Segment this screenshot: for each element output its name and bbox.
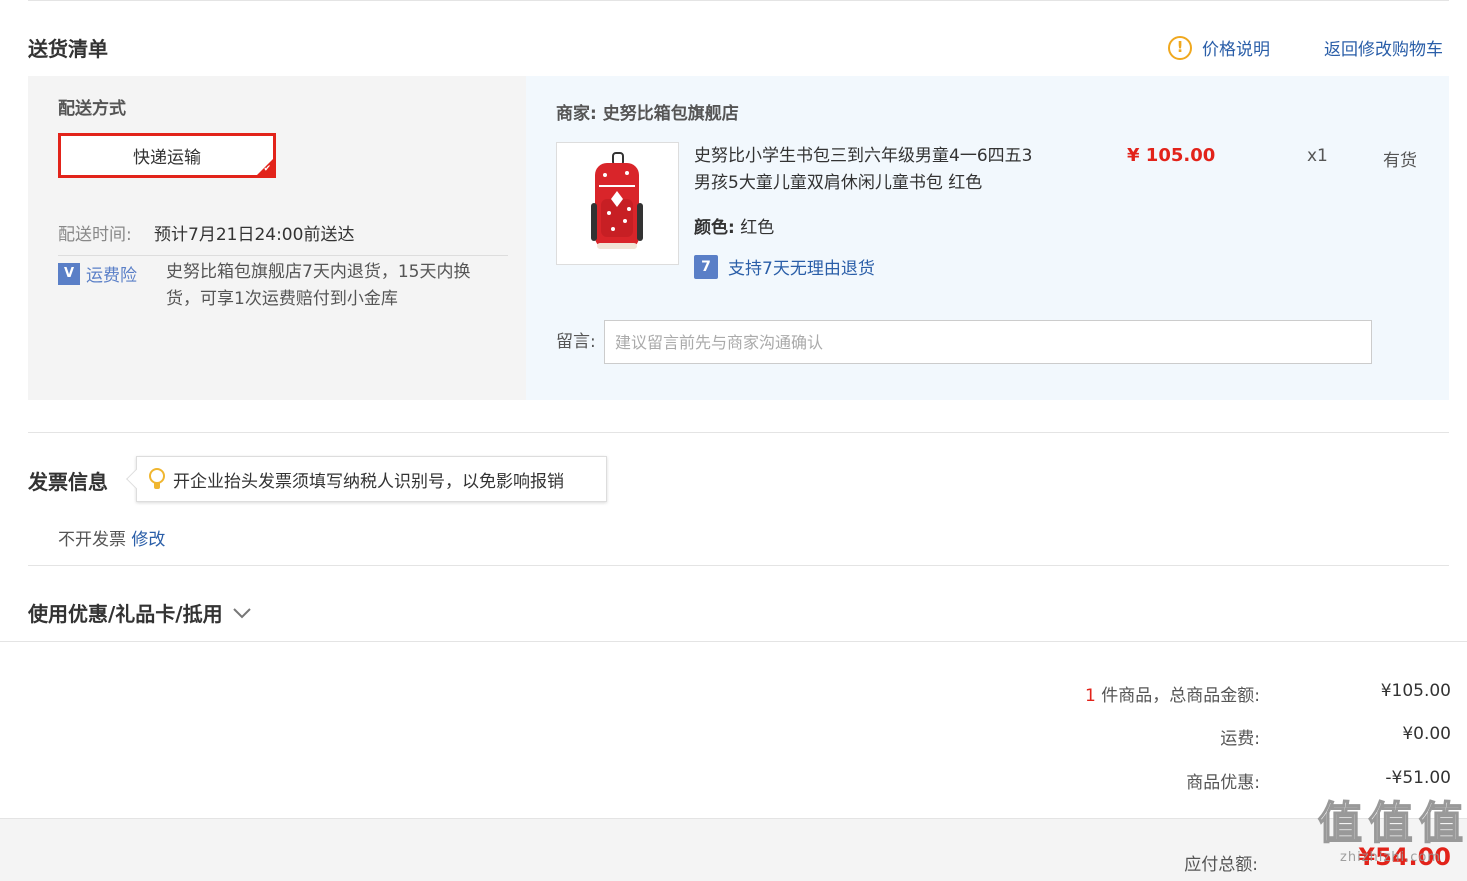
delivery-section-title: 送货清单 — [28, 37, 108, 61]
price-note-link[interactable]: ! 价格说明 — [1168, 35, 1270, 60]
exclamation-icon: ! — [1168, 35, 1192, 60]
remark-label: 留言: — [556, 332, 596, 352]
insurance-line-1: 史努比箱包旗舰店7天内退货，15天内换 — [166, 262, 471, 282]
summary-divider — [0, 641, 1467, 642]
product-title-line-2: 男孩5大童儿童双肩休闲儿童书包 红色 — [694, 173, 983, 193]
merchant-row: 商家: 史努比箱包旗舰店 — [556, 99, 739, 124]
item-count-label: 件商品，总商品金额: — [1101, 686, 1260, 706]
price-note-label: 价格说明 — [1202, 40, 1270, 60]
insurance-divider — [58, 255, 508, 256]
product-thumbnail[interactable] — [556, 142, 679, 265]
coupon-toggle[interactable]: 使用优惠/礼品卡/抵用 — [28, 598, 253, 627]
seven-day-return-tag[interactable]: 7 支持7天无理由退货 — [694, 254, 875, 279]
tip-arrow — [126, 469, 146, 489]
shipping-method-label: 配送方式 — [58, 99, 126, 119]
total-label: 应付总额: — [1184, 855, 1258, 875]
watermark-char-2: 值 — [1368, 797, 1414, 850]
goods-total-label: 1 件商品，总商品金额: — [960, 681, 1260, 706]
coupon-section-title: 使用优惠/礼品卡/抵用 — [28, 602, 223, 626]
lightbulb-icon — [149, 468, 165, 490]
delivery-time-value: 预计7月21日24:00前送达 — [154, 225, 355, 245]
invoice-edit-link[interactable]: 修改 — [131, 530, 165, 550]
invoice-status: 不开发票 — [58, 530, 126, 550]
remark-input[interactable] — [604, 320, 1372, 364]
insurance-description: 史努比箱包旗舰店7天内退货，15天内换 货，可享1次运费赔付到小金库 — [166, 259, 470, 313]
watermark-char-3: 值 — [1418, 797, 1464, 850]
watermark-char-1: 值 — [1317, 797, 1363, 850]
backpack-image — [591, 152, 643, 249]
watermark-site: zhizhizhi.com — [1340, 850, 1441, 865]
invoice-row: 不开发票 修改 — [58, 525, 165, 550]
color-value: 红色 — [740, 218, 775, 238]
check-icon: ✔ — [263, 164, 271, 174]
shipping-fee-label: 运费: — [1220, 729, 1260, 749]
return-policy-label: 支持7天无理由退货 — [728, 259, 875, 279]
color-label: 颜色: — [694, 218, 735, 238]
invoice-tip-box: 开企业抬头发票须填写纳税人识别号，以免影响报销 — [126, 456, 607, 502]
stock-status: 有货 — [1383, 151, 1417, 171]
invoice-divider — [28, 432, 1449, 433]
delivery-time-label: 配送时间: — [58, 225, 132, 245]
merchant-label: 商家: — [556, 104, 597, 124]
goods-total-value: ¥105.00 — [1380, 681, 1451, 701]
product-price: ¥ 105.00 — [1127, 145, 1216, 166]
invoice-tip-text: 开企业抬头发票须填写纳税人识别号，以免影响报销 — [173, 471, 564, 492]
shield-icon: V — [58, 262, 80, 285]
top-divider — [28, 0, 1449, 1]
invoice-section-title: 发票信息 — [28, 470, 108, 494]
site-watermark: 值 值 值 zhizhizhi.com — [1317, 797, 1464, 881]
discount-label: 商品优惠: — [1186, 773, 1260, 793]
seven-day-icon: 7 — [694, 254, 718, 279]
discount-value: -¥51.00 — [1385, 768, 1451, 788]
insurance-badge-label: 运费险 — [86, 266, 137, 286]
express-shipping-label: 快递运输 — [133, 148, 201, 168]
chevron-down-icon — [232, 607, 251, 618]
shipping-fee-value: ¥0.00 — [1402, 724, 1451, 744]
product-color-row: 颜色: 红色 — [694, 213, 774, 238]
product-title-line-1: 史努比小学生书包三到六年级男童4一6四五3 — [694, 146, 1033, 166]
back-to-cart-link[interactable]: 返回修改购物车 — [1324, 35, 1443, 60]
express-shipping-option[interactable]: 快递运输 ✔ — [58, 133, 276, 178]
coupon-divider — [28, 565, 1449, 566]
shipping-insurance-badge[interactable]: V 运费险 — [58, 261, 137, 286]
item-count: 1 — [1085, 686, 1096, 706]
product-quantity: x1 — [1307, 146, 1328, 166]
insurance-line-2: 货，可享1次运费赔付到小金库 — [166, 289, 398, 309]
merchant-name[interactable]: 史努比箱包旗舰店 — [603, 104, 739, 124]
product-title[interactable]: 史努比小学生书包三到六年级男童4一6四五3 男孩5大童儿童双肩休闲儿童书包 红色 — [694, 143, 1032, 197]
